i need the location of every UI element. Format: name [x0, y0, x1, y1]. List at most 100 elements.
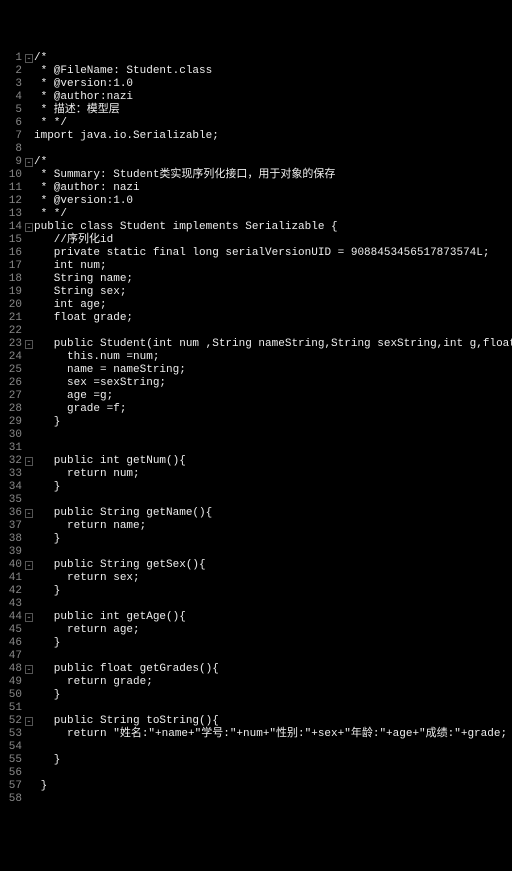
code-line[interactable]: [34, 143, 512, 156]
code-line[interactable]: * @version:1.0: [34, 195, 512, 208]
line-number: 46: [0, 637, 22, 650]
line-number: 18: [0, 273, 22, 286]
code-line[interactable]: }: [34, 689, 512, 702]
line-number: 51: [0, 702, 22, 715]
fold-marker[interactable]: -: [24, 715, 34, 728]
line-number: 37: [0, 520, 22, 533]
code-line[interactable]: [34, 650, 512, 663]
code-line[interactable]: [34, 598, 512, 611]
code-line[interactable]: }: [34, 585, 512, 598]
line-number: 24: [0, 351, 22, 364]
code-content[interactable]: /* * @FileName: Student.class * @version…: [34, 52, 512, 806]
code-editor[interactable]: 1234567891011121314151617181920212223242…: [0, 52, 512, 806]
fold-marker: [24, 676, 34, 689]
fold-collapse-icon[interactable]: -: [25, 457, 33, 466]
fold-marker[interactable]: -: [24, 559, 34, 572]
code-line[interactable]: import java.io.Serializable;: [34, 130, 512, 143]
fold-collapse-icon[interactable]: -: [25, 613, 33, 622]
code-line[interactable]: * */: [34, 117, 512, 130]
code-line[interactable]: /*: [34, 156, 512, 169]
line-number: 58: [0, 793, 22, 806]
code-line[interactable]: }: [34, 637, 512, 650]
code-line[interactable]: * 描述：模型层: [34, 104, 512, 117]
code-line[interactable]: age =g;: [34, 390, 512, 403]
code-line[interactable]: [34, 767, 512, 780]
line-number: 27: [0, 390, 22, 403]
fold-column[interactable]: - - - - - - - - - -: [24, 52, 34, 806]
code-line[interactable]: [34, 429, 512, 442]
fold-collapse-icon[interactable]: -: [25, 158, 33, 167]
code-line[interactable]: public String getName(){: [34, 507, 512, 520]
code-line[interactable]: [34, 702, 512, 715]
code-line[interactable]: * Summary: Student类实现序列化接口，用于对象的保存: [34, 169, 512, 182]
code-line[interactable]: sex =sexString;: [34, 377, 512, 390]
code-line[interactable]: int num;: [34, 260, 512, 273]
fold-collapse-icon[interactable]: -: [25, 509, 33, 518]
code-line[interactable]: [34, 442, 512, 455]
fold-marker[interactable]: -: [24, 663, 34, 676]
code-line[interactable]: float grade;: [34, 312, 512, 325]
code-line[interactable]: * */: [34, 208, 512, 221]
code-line[interactable]: [34, 546, 512, 559]
fold-marker[interactable]: -: [24, 221, 34, 234]
code-line[interactable]: return "姓名:"+name+"学号:"+num+"性别:"+sex+"年…: [34, 728, 512, 741]
code-line[interactable]: [34, 494, 512, 507]
fold-marker: [24, 793, 34, 806]
code-line[interactable]: }: [34, 780, 512, 793]
code-line[interactable]: [34, 325, 512, 338]
code-line[interactable]: public float getGrades(){: [34, 663, 512, 676]
code-line[interactable]: public class Student implements Serializ…: [34, 221, 512, 234]
fold-marker[interactable]: -: [24, 156, 34, 169]
code-line[interactable]: public String toString(){: [34, 715, 512, 728]
code-line[interactable]: [34, 793, 512, 806]
code-line[interactable]: //序列化id: [34, 234, 512, 247]
code-line[interactable]: * @author: nazi: [34, 182, 512, 195]
code-line[interactable]: name = nameString;: [34, 364, 512, 377]
code-line[interactable]: /*: [34, 52, 512, 65]
code-line[interactable]: * @FileName: Student.class: [34, 65, 512, 78]
fold-marker: [24, 585, 34, 598]
code-line[interactable]: grade =f;: [34, 403, 512, 416]
code-line[interactable]: }: [34, 416, 512, 429]
fold-marker: [24, 130, 34, 143]
code-line[interactable]: private static final long serialVersionU…: [34, 247, 512, 260]
code-line[interactable]: this.num =num;: [34, 351, 512, 364]
fold-collapse-icon[interactable]: -: [25, 561, 33, 570]
code-line[interactable]: * @version:1.0: [34, 78, 512, 91]
code-line[interactable]: [34, 741, 512, 754]
fold-marker[interactable]: -: [24, 611, 34, 624]
fold-collapse-icon[interactable]: -: [25, 665, 33, 674]
code-line[interactable]: }: [34, 754, 512, 767]
line-number: 34: [0, 481, 22, 494]
fold-collapse-icon[interactable]: -: [25, 54, 33, 63]
code-line[interactable]: public Student(int num ,String nameStrin…: [34, 338, 512, 351]
code-line[interactable]: return name;: [34, 520, 512, 533]
fold-collapse-icon[interactable]: -: [25, 340, 33, 349]
line-number: 17: [0, 260, 22, 273]
fold-marker: [24, 351, 34, 364]
code-line[interactable]: int age;: [34, 299, 512, 312]
fold-marker[interactable]: -: [24, 52, 34, 65]
code-line[interactable]: String sex;: [34, 286, 512, 299]
fold-marker[interactable]: -: [24, 455, 34, 468]
line-number: 45: [0, 624, 22, 637]
fold-marker[interactable]: -: [24, 338, 34, 351]
code-line[interactable]: }: [34, 481, 512, 494]
code-line[interactable]: public String getSex(){: [34, 559, 512, 572]
code-line[interactable]: }: [34, 533, 512, 546]
code-line[interactable]: return age;: [34, 624, 512, 637]
code-line[interactable]: public int getAge(){: [34, 611, 512, 624]
code-line[interactable]: return sex;: [34, 572, 512, 585]
fold-marker: [24, 273, 34, 286]
fold-collapse-icon[interactable]: -: [25, 223, 33, 232]
fold-collapse-icon[interactable]: -: [25, 717, 33, 726]
code-line[interactable]: return grade;: [34, 676, 512, 689]
code-line[interactable]: return num;: [34, 468, 512, 481]
fold-marker: [24, 91, 34, 104]
code-line[interactable]: public int getNum(){: [34, 455, 512, 468]
line-number-gutter: 1234567891011121314151617181920212223242…: [0, 52, 24, 806]
code-line[interactable]: * @author:nazi: [34, 91, 512, 104]
code-line[interactable]: String name;: [34, 273, 512, 286]
fold-marker: [24, 481, 34, 494]
fold-marker[interactable]: -: [24, 507, 34, 520]
